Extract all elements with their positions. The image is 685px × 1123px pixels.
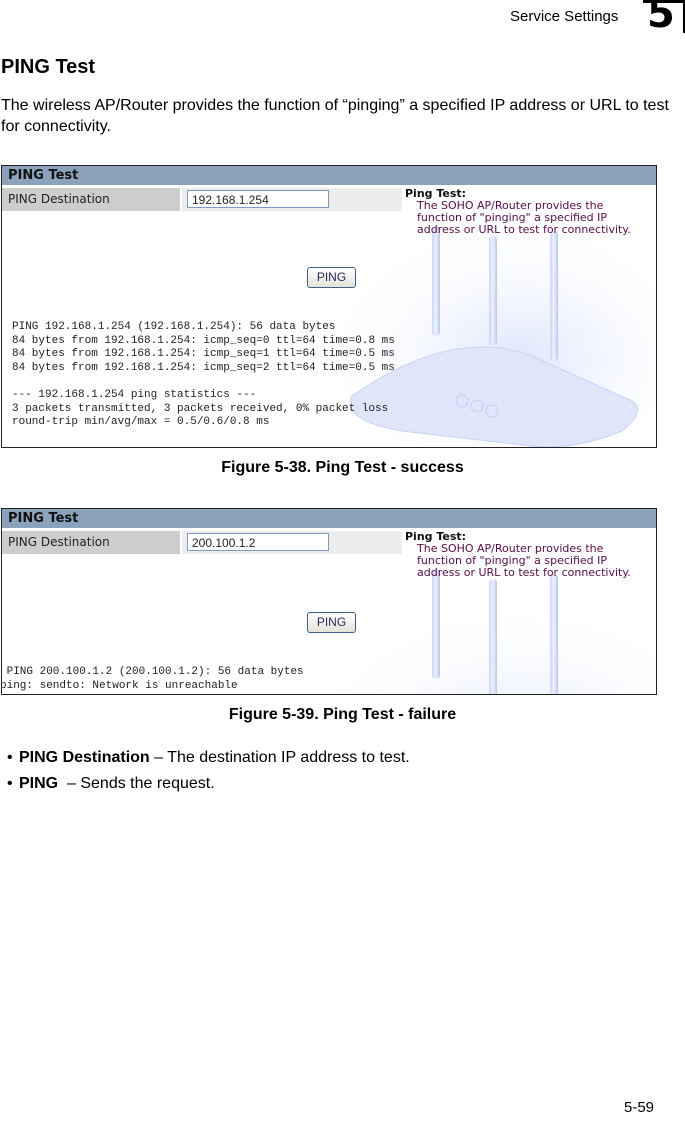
bullet-item: • PING – Sends the request. — [7, 771, 410, 797]
chapter-number: 5 — [647, 0, 675, 37]
help-line: address or URL to test for connectivity. — [417, 566, 631, 579]
bullet-item: • PING Destination – The destination IP … — [7, 745, 410, 771]
figure-caption: Figure 5-39. Ping Test - failure — [228, 706, 457, 723]
header-section-title: Service Settings — [510, 8, 619, 25]
panel-title: PING Test — [2, 166, 656, 185]
bullet-term: PING — [19, 775, 63, 792]
ping-button[interactable]: PING — [307, 267, 356, 288]
figure-caption: Figure 5-38. Ping Test - success — [221, 459, 464, 476]
ping-destination-input[interactable]: 192.168.1.254 — [187, 190, 329, 208]
ping-output: PING 192.168.1.254 (192.168.1.254): 56 d… — [12, 321, 395, 429]
bullet-icon: • — [7, 749, 13, 766]
help-panel: Ping Test: The SOHO AP/Router provides t… — [405, 531, 631, 579]
ping-destination-label: PING Destination — [2, 531, 180, 554]
section-title: PING Test — [1, 56, 96, 78]
ping-output: PING 200.100.1.2 (200.100.1.2): 56 data … — [1, 666, 304, 692]
ping-destination-label: PING Destination — [2, 188, 180, 211]
ping-destination-input[interactable]: 200.100.1.2 — [187, 533, 329, 551]
intro-paragraph: The wireless AP/Router provides the func… — [1, 97, 669, 135]
help-line: address or URL to test for connectivity. — [417, 223, 631, 236]
bullet-term: PING Destination — [19, 749, 150, 766]
ping-test-screenshot-success: PING Test PING Destination 192.168.1.254… — [1, 165, 657, 448]
field-descriptions: • PING Destination – The destination IP … — [7, 745, 410, 797]
ping-test-screenshot-failure: PING Test PING Destination 200.100.1.2 P… — [1, 508, 657, 695]
ping-button[interactable]: PING — [307, 612, 356, 633]
bullet-icon: • — [7, 775, 13, 792]
bullet-desc: – The destination IP address to test. — [149, 749, 410, 766]
help-panel: Ping Test: The SOHO AP/Router provides t… — [405, 188, 631, 236]
page-number: 5-59 — [624, 1099, 655, 1116]
bullet-desc: – Sends the request. — [62, 775, 215, 792]
panel-title: PING Test — [2, 509, 656, 528]
